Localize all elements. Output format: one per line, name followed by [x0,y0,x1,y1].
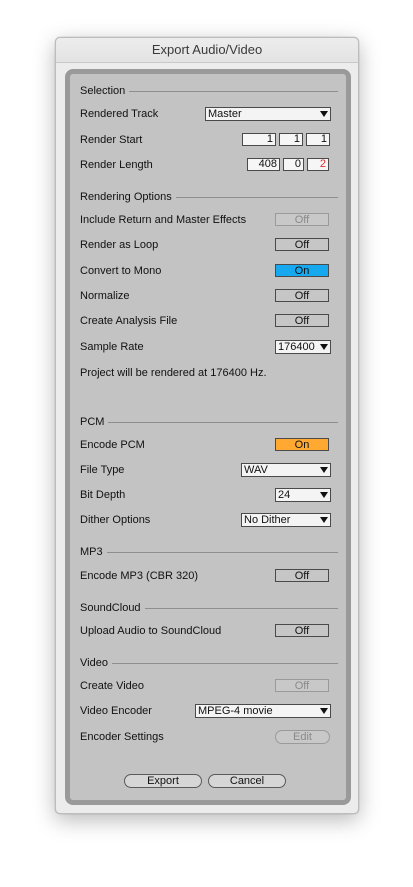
divider [111,662,338,664]
chevron-down-icon [320,344,328,350]
video-encoder-value: MPEG-4 movie [198,705,273,717]
soundcloud-upload-label: Upload Audio to SoundCloud [80,625,222,637]
bit-depth-value: 24 [278,489,291,501]
dither-options-select[interactable]: No Dither [241,513,331,527]
section-video-title: Video [80,657,108,669]
chevron-down-icon [320,517,328,523]
render-loop-label: Render as Loop [80,239,159,251]
section-mp3: MP3 [80,545,338,559]
render-start-beat[interactable]: 1 [279,133,303,146]
analysis-file-label: Create Analysis File [80,315,178,327]
encoder-settings-edit-button[interactable]: Edit [275,730,330,744]
create-video-toggle[interactable]: Off [275,679,329,692]
analysis-file-toggle[interactable]: Off [275,314,329,327]
encode-mp3-toggle[interactable]: Off [275,569,329,582]
section-mp3-title: MP3 [80,546,103,558]
chevron-down-icon [320,708,328,714]
return-master-label: Include Return and Master Effects [80,214,247,226]
divider [144,607,338,609]
bit-depth-select[interactable]: 24 [275,488,331,502]
render-loop-toggle[interactable]: Off [275,238,329,251]
encode-mp3-label: Encode MP3 (CBR 320) [80,570,198,582]
render-start-sixteenth[interactable]: 1 [306,133,330,146]
dither-options-label: Dither Options [80,514,151,526]
section-selection: Selection [80,84,338,98]
convert-mono-label: Convert to Mono [80,265,162,277]
return-master-toggle[interactable]: Off [275,213,329,226]
encode-pcm-toggle[interactable]: On [275,438,329,451]
divider [175,196,338,198]
render-length-sixteenths[interactable]: 2 [307,158,329,171]
soundcloud-upload-toggle[interactable]: Off [275,624,329,637]
divider [129,90,338,92]
cancel-button[interactable]: Cancel [208,774,286,788]
chevron-down-icon [320,467,328,473]
file-type-label: File Type [80,464,125,476]
render-length-bars[interactable]: 408 [247,158,280,171]
encoder-settings-label: Encoder Settings [80,731,164,743]
file-type-select[interactable]: WAV [241,463,331,477]
window-title: Export Audio/Video [56,38,358,63]
bit-depth-label: Bit Depth [80,489,126,501]
rendered-track-value: Master [208,108,242,120]
render-info-text: Project will be rendered at 176400 Hz. [80,367,267,379]
sample-rate-select[interactable]: 176400 [275,340,331,354]
chevron-down-icon [320,492,328,498]
render-length-beats[interactable]: 0 [283,158,304,171]
section-soundcloud: SoundCloud [80,601,338,615]
chevron-down-icon [320,111,328,117]
file-type-value: WAV [244,464,268,476]
video-encoder-label: Video Encoder [80,705,152,717]
section-selection-title: Selection [80,85,126,97]
convert-mono-toggle[interactable]: On [275,264,329,277]
normalize-toggle[interactable]: Off [275,289,329,302]
divider [108,421,338,423]
section-video: Video [80,656,338,670]
render-length-label: Render Length [80,159,153,171]
create-video-label: Create Video [80,680,145,692]
sample-rate-label: Sample Rate [80,341,144,353]
section-soundcloud-title: SoundCloud [80,602,141,614]
dither-options-value: No Dither [244,514,291,526]
render-start-label: Render Start [80,134,143,146]
section-pcm: PCM [80,415,338,429]
divider [106,551,338,553]
video-encoder-select[interactable]: MPEG-4 movie [195,704,331,718]
normalize-label: Normalize [80,290,130,302]
export-dialog: Export Audio/Video Selection Rendered Tr… [55,37,359,814]
export-button[interactable]: Export [124,774,202,788]
sample-rate-value: 176400 [278,341,315,353]
section-rendering-options: Rendering Options [80,190,338,204]
rendered-track-select[interactable]: Master [205,107,331,121]
render-start-bar[interactable]: 1 [242,133,276,146]
export-panel: Selection Rendered Track Master Render S… [65,69,351,805]
section-rendering-title: Rendering Options [80,191,172,203]
encode-pcm-label: Encode PCM [80,439,145,451]
rendered-track-label: Rendered Track [80,108,159,120]
section-pcm-title: PCM [80,416,105,428]
